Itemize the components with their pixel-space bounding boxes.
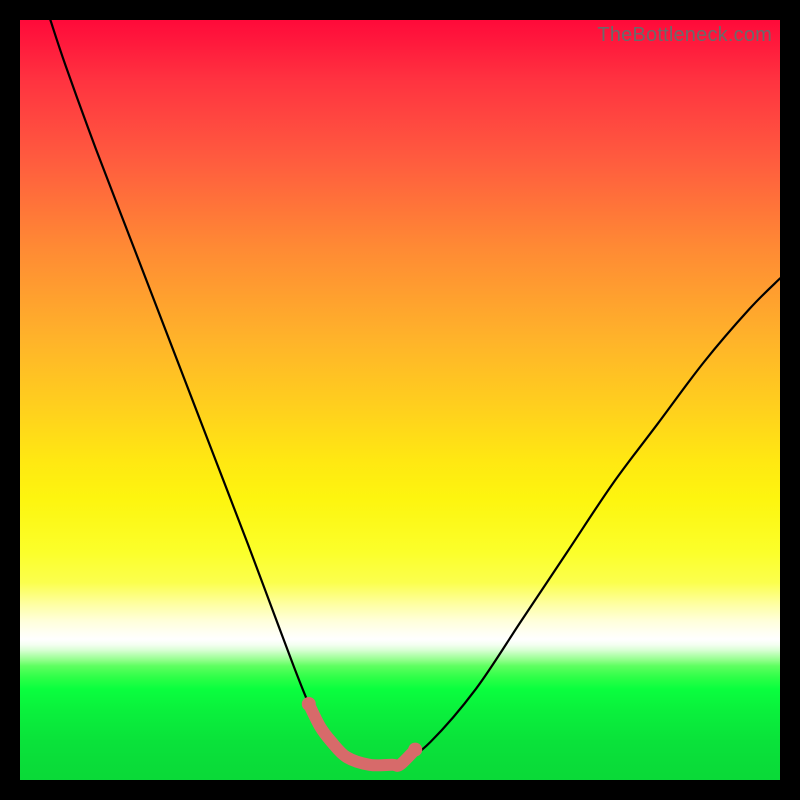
plot-frame: TheBottleneck.com xyxy=(20,20,780,780)
highlight-dot xyxy=(408,743,422,757)
bottleneck-curve xyxy=(50,20,780,766)
watermark-text: TheBottleneck.com xyxy=(597,24,772,47)
highlight-dot xyxy=(302,697,316,711)
highlight-segment xyxy=(309,704,415,766)
chart-svg xyxy=(20,20,780,780)
